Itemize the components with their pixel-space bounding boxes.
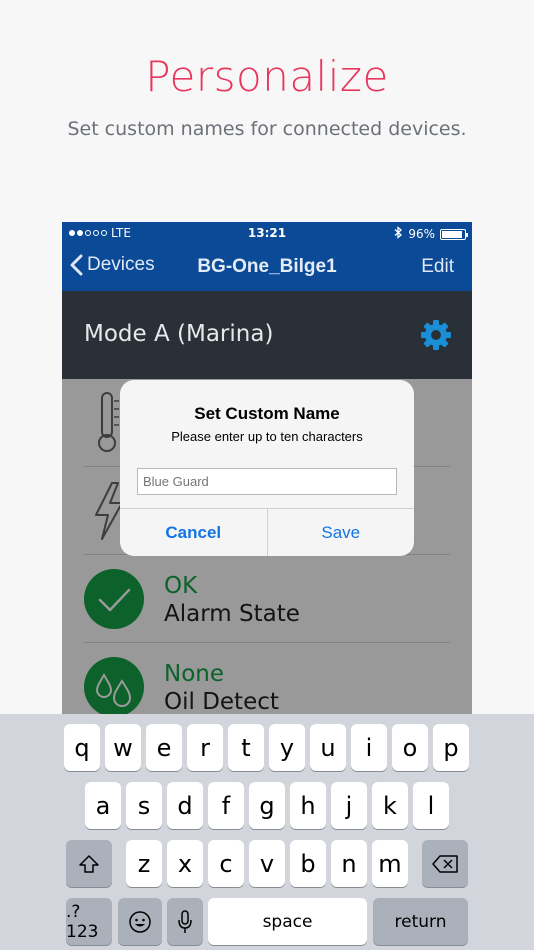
gear-icon[interactable] <box>420 319 452 351</box>
dialog-title: Set Custom Name <box>194 404 340 423</box>
key-i[interactable]: i <box>351 724 387 771</box>
key-n[interactable]: n <box>331 840 367 887</box>
emoji-key[interactable] <box>118 898 162 945</box>
key-c[interactable]: c <box>208 840 244 887</box>
key-j[interactable]: j <box>331 782 367 829</box>
shift-icon <box>79 854 99 873</box>
key-a[interactable]: a <box>85 782 121 829</box>
shift-key[interactable] <box>66 840 112 887</box>
nav-title: BG-One_Bilge1 <box>197 256 337 277</box>
key-s[interactable]: s <box>126 782 162 829</box>
promo-subtitle: Set custom names for connected devices. <box>67 118 467 140</box>
key-z[interactable]: z <box>126 840 162 887</box>
navigation-bar: Devices BG-One_Bilge1 Edit <box>62 244 472 291</box>
key-o[interactable]: o <box>392 724 428 771</box>
save-button[interactable]: Save <box>268 509 415 556</box>
delete-key[interactable] <box>422 840 468 887</box>
status-bar: LTE 13:21 96% <box>62 222 472 244</box>
key-y[interactable]: y <box>269 724 305 771</box>
key-f[interactable]: f <box>208 782 244 829</box>
promo-title: Personalize <box>145 52 389 101</box>
custom-name-dialog: Set Custom Name Please enter up to ten c… <box>120 380 414 556</box>
dictation-key[interactable] <box>167 898 203 945</box>
key-q[interactable]: q <box>64 724 100 771</box>
keyboard: q w e r t y u i o p a s d f g h j k l z … <box>0 714 534 950</box>
edit-button[interactable]: Edit <box>421 256 454 278</box>
mode-label: Mode A (Marina) <box>84 321 274 347</box>
key-d[interactable]: d <box>167 782 203 829</box>
battery-percent: 96% <box>408 227 435 241</box>
backspace-icon <box>432 854 458 873</box>
cancel-button[interactable]: Cancel <box>120 509 268 556</box>
key-b[interactable]: b <box>290 840 326 887</box>
numbers-key[interactable]: .?123 <box>66 898 112 945</box>
key-m[interactable]: m <box>372 840 408 887</box>
battery-icon <box>440 228 468 240</box>
microphone-icon <box>178 909 192 933</box>
key-v[interactable]: v <box>249 840 285 887</box>
custom-name-input[interactable] <box>137 468 397 495</box>
key-l[interactable]: l <box>413 782 449 829</box>
emoji-icon <box>129 910 151 933</box>
key-u[interactable]: u <box>310 724 346 771</box>
space-key[interactable]: space <box>208 898 367 945</box>
return-key[interactable]: return <box>373 898 468 945</box>
key-g[interactable]: g <box>249 782 285 829</box>
key-x[interactable]: x <box>167 840 203 887</box>
key-p[interactable]: p <box>433 724 469 771</box>
key-e[interactable]: e <box>146 724 182 771</box>
key-t[interactable]: t <box>228 724 264 771</box>
bluetooth-icon <box>394 226 403 242</box>
key-w[interactable]: w <box>105 724 141 771</box>
dialog-message: Please enter up to ten characters <box>171 429 363 444</box>
key-r[interactable]: r <box>187 724 223 771</box>
key-h[interactable]: h <box>290 782 326 829</box>
mode-bar: Mode A (Marina) <box>62 291 472 379</box>
key-k[interactable]: k <box>372 782 408 829</box>
